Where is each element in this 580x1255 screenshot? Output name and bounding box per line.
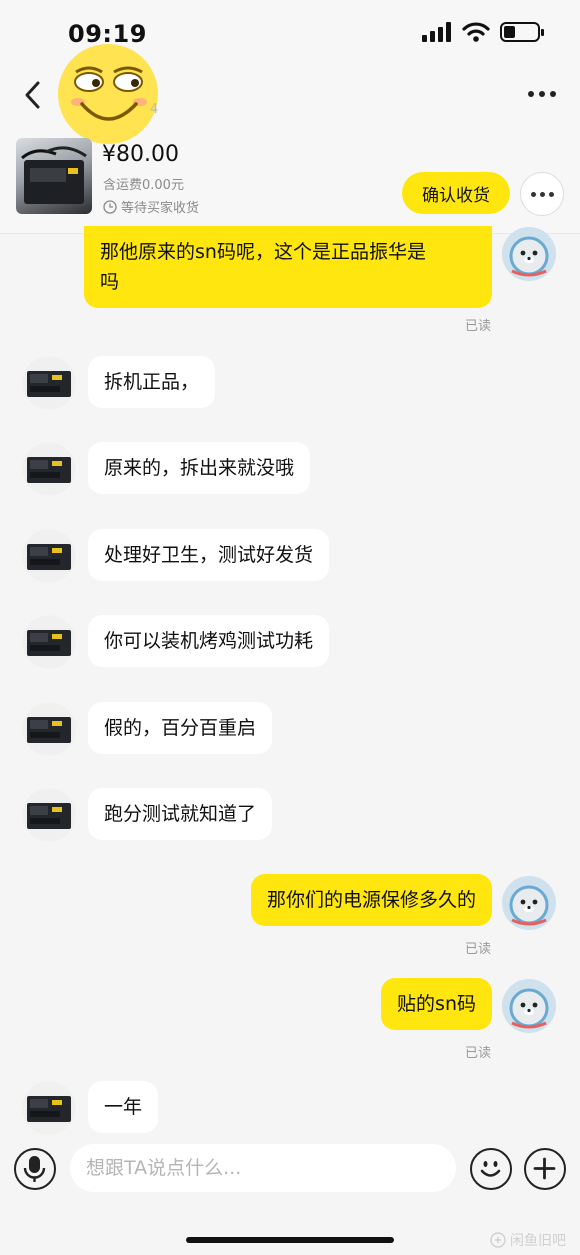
watermark-logo <box>490 1232 506 1248</box>
message-bubble-seller[interactable]: 原来的，拆出来就没哦 <box>88 442 311 494</box>
product-price: ¥80.00 <box>102 142 179 167</box>
message-bubble-seller[interactable]: 处理好卫生，测试好发货 <box>88 529 330 581</box>
emoji-button[interactable] <box>470 1148 512 1190</box>
confirm-receipt-button[interactable]: 确认收货 <box>402 172 510 214</box>
order-status-text: 等待买家收货 <box>121 201 200 216</box>
seller-avatar[interactable] <box>22 356 76 410</box>
clock-icon <box>103 199 117 214</box>
smirk-emoji-avatar <box>58 44 158 144</box>
smiley-icon <box>480 1161 501 1177</box>
message-bubble-mine[interactable]: 贴的sn码 <box>381 978 492 1030</box>
status-icons <box>422 22 544 42</box>
battery-icon <box>500 22 544 42</box>
read-receipt: 已读 <box>465 1046 492 1061</box>
seller-avatar[interactable] <box>22 1081 76 1135</box>
seller-avatar[interactable] <box>22 702 76 756</box>
my-avatar[interactable] <box>502 979 556 1033</box>
my-avatar[interactable] <box>502 227 556 281</box>
signal-icon <box>422 22 451 42</box>
product-thumbnail[interactable] <box>16 138 92 214</box>
my-avatar[interactable] <box>502 876 556 930</box>
message-bubble-mine[interactable]: 那你们的电源保修多久的 <box>250 874 492 926</box>
read-receipt: 已读 <box>465 319 492 334</box>
seller-avatar[interactable] <box>22 615 76 669</box>
order-status: 等待买家收货 <box>103 197 199 216</box>
read-receipt: 已读 <box>465 942 492 957</box>
message-text-line: 吗 <box>100 271 120 293</box>
voice-input-button[interactable] <box>14 1148 56 1190</box>
seller-avatar[interactable] <box>22 529 76 583</box>
more-options-icon[interactable] <box>528 84 560 104</box>
product-shipping: 含运费0.00元 <box>103 178 184 193</box>
more-actions-button[interactable] <box>524 1148 566 1190</box>
wifi-icon <box>462 22 490 42</box>
power-supply-image <box>21 146 87 204</box>
input-bar: 闲鱼旧吧 <box>0 1138 580 1255</box>
message-bubble-mine[interactable]: 那他原来的sn码呢，这个是正品振华是 吗 <box>84 226 492 308</box>
message-bubble-seller[interactable]: 假的，百分百重启 <box>88 702 273 754</box>
message-bubble-seller[interactable]: 跑分测试就知道了 <box>88 788 273 840</box>
order-more-button[interactable] <box>520 172 564 216</box>
seller-avatar[interactable] <box>22 788 76 842</box>
watermark: 闲鱼旧吧 <box>490 1230 566 1250</box>
back-icon[interactable] <box>20 78 50 112</box>
microphone-icon <box>23 1156 46 1182</box>
plus-icon <box>533 1157 556 1180</box>
seller-avatar[interactable] <box>22 442 76 496</box>
message-input[interactable] <box>70 1144 456 1192</box>
message-bubble-seller[interactable]: 你可以装机烤鸡测试功耗 <box>88 615 330 667</box>
message-bubble-seller[interactable]: 一年 <box>88 1081 159 1133</box>
message-text-line: 那他原来的sn码呢，这个是正品振华是 <box>100 241 426 263</box>
battery-fill <box>504 26 516 38</box>
chat-title-fragment: 4 <box>150 102 159 117</box>
chat-header: 4 ¥80.00 含运费0.00元 等待买家收货 确认收货 <box>0 44 580 234</box>
watermark-text: 闲鱼旧吧 <box>510 1233 566 1249</box>
message-bubble-seller[interactable]: 拆机正品， <box>88 356 216 408</box>
home-indicator <box>186 1237 394 1243</box>
